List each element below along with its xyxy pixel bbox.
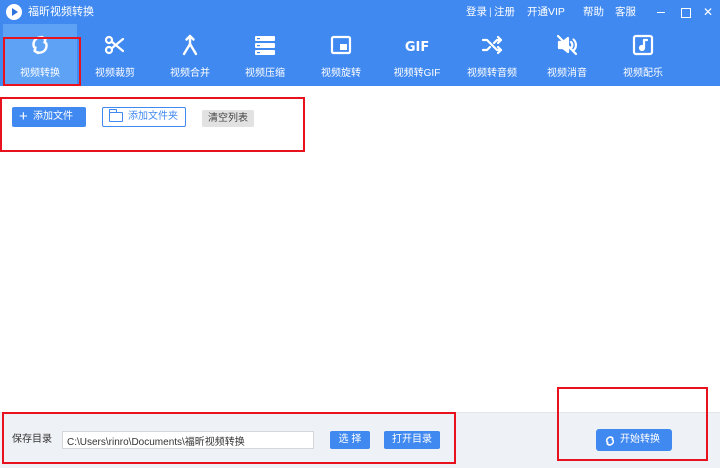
app-logo-icon	[6, 4, 22, 20]
tool-label: 视频转GIF	[393, 68, 441, 79]
tool-video-merge[interactable]: 视频合并	[153, 24, 227, 86]
minimize-button[interactable]	[652, 3, 670, 21]
vip-link[interactable]: 开通VIP	[527, 4, 565, 20]
highlight-box-start	[557, 387, 708, 461]
tool-video-mute[interactable]: 视频消音	[530, 24, 604, 86]
compress-icon	[253, 33, 277, 57]
tool-video-compress[interactable]: 视频压缩	[228, 24, 302, 86]
maximize-button[interactable]	[676, 3, 694, 21]
tool-label: 视频配乐	[623, 68, 663, 79]
register-link[interactable]: 注册	[494, 4, 515, 20]
service-link[interactable]: 客服	[615, 4, 636, 20]
gif-icon-text: GIF	[405, 40, 429, 55]
mute-icon	[555, 33, 579, 57]
app-title: 福昕视频转换	[28, 6, 94, 18]
tool-video-crop[interactable]: 视频裁剪	[78, 24, 152, 86]
highlight-box-convert-tab	[3, 37, 81, 86]
title-bar: 福昕视频转换 登录 | 注册 开通VIP 帮助 客服 ✕	[0, 0, 720, 24]
gif-icon: GIF	[405, 33, 429, 57]
link-separator: |	[489, 6, 492, 18]
help-link[interactable]: 帮助	[583, 4, 604, 20]
highlight-box-save-dir	[2, 412, 456, 464]
tool-label: 视频裁剪	[95, 68, 135, 79]
rotate-icon	[329, 33, 353, 57]
tool-label: 视频合并	[170, 68, 210, 79]
highlight-box-actions	[0, 97, 305, 152]
tool-label: 视频压缩	[245, 68, 285, 79]
scissors-icon	[103, 33, 127, 57]
tool-video-music[interactable]: 视频配乐	[606, 24, 680, 86]
tool-video-to-audio[interactable]: 视频转音频	[455, 24, 529, 86]
toolbar: 视频转换 视频裁剪 视频合并 视频压缩 视频旋转 GIF 视频转GIF 视频转音…	[0, 24, 720, 86]
tool-label: 视频转音频	[467, 68, 517, 79]
tool-video-rotate[interactable]: 视频旋转	[304, 24, 378, 86]
login-link[interactable]: 登录	[466, 4, 487, 20]
tool-label: 视频消音	[547, 68, 587, 79]
tool-video-to-gif[interactable]: GIF 视频转GIF	[380, 24, 454, 86]
tool-label: 视频旋转	[321, 68, 361, 79]
shuffle-icon	[480, 33, 504, 57]
music-icon	[631, 33, 655, 57]
merge-icon	[178, 33, 202, 57]
close-icon: ✕	[702, 5, 714, 19]
close-button[interactable]: ✕	[699, 3, 717, 21]
